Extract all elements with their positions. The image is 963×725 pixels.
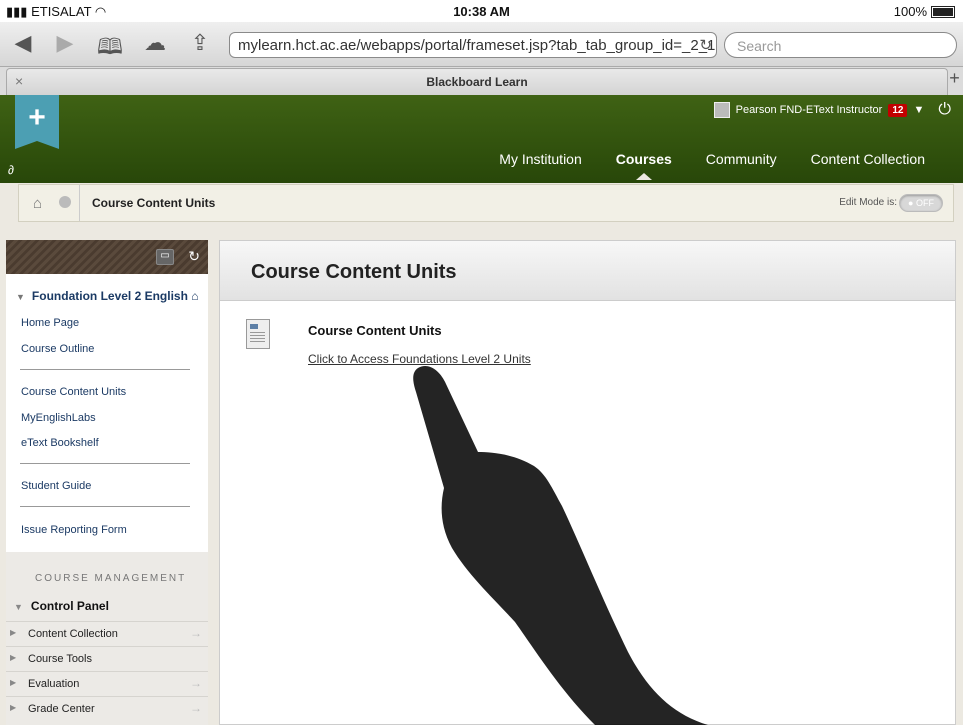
chevron-down-icon[interactable]: ▼ [913,104,924,116]
access-units-link[interactable]: Click to Access Foundations Level 2 Unit… [308,352,531,366]
home-icon[interactable]: ⌂ [33,195,42,212]
logout-icon[interactable]: ⏻ [938,101,951,119]
cp-item-evaluation[interactable]: ▶ Evaluation → [6,671,208,696]
tab-community[interactable]: Community [706,151,777,167]
search-input[interactable]: Search [724,32,957,58]
link-icon[interactable]: ∂ [8,163,14,177]
breadcrumb-divider [79,185,80,221]
tab-blackboard[interactable]: × Blackboard Learn [6,68,948,95]
forward-icon[interactable]: ▶ [50,30,80,56]
arrow-right-icon: → [190,626,202,640]
cloud-tabs-icon[interactable]: ☁ [140,30,170,56]
cp-item-grade-center[interactable]: ▶ Grade Center → [6,696,208,721]
reload-icon[interactable]: ↻ [699,33,712,57]
refresh-icon[interactable]: ↻ [188,248,200,265]
edit-mode-label: Edit Mode is: [839,197,897,208]
notification-badge[interactable]: 12 [888,103,908,117]
tab-bar: × Blackboard Learn + [0,67,963,96]
sidebar-item-course-outline[interactable]: Course Outline [21,343,94,355]
divider [20,463,190,464]
breadcrumb-current: Course Content Units [92,196,216,210]
clock: 10:38 AM [453,4,510,19]
sidebar-item-home-page[interactable]: Home Page [21,317,79,329]
search-placeholder: Search [737,38,782,54]
expand-icon: ▶ [10,678,17,687]
user-name[interactable]: Pearson FND-EText Instructor [736,104,883,116]
cp-item-course-tools[interactable]: ▶ Course Tools [6,646,208,671]
course-menu-header: ▭ ↻ [6,240,208,274]
avatar [713,102,730,118]
new-tab-button[interactable]: + [946,68,963,94]
course-title[interactable]: ▼ Foundation Level 2 English ⌂ [16,289,199,303]
control-panel-heading[interactable]: ▼ Control Panel [14,599,109,613]
content-item-title[interactable]: Course Content Units [308,323,442,338]
back-icon[interactable]: ◀ [8,30,38,56]
sidebar-item-course-content-units[interactable]: Course Content Units [21,386,126,398]
status-bar: ▮▮▮ ETISALAT ◠ 10:38 AM 100% [0,0,963,22]
sidebar-item-issue-reporting-form[interactable]: Issue Reporting Form [21,524,127,536]
course-menu: ▭ ↻ ▼ Foundation Level 2 English ⌂ Home P… [6,240,208,725]
edit-mode-toggle[interactable]: ● OFF [899,194,943,212]
add-logo-icon[interactable]: + [15,95,59,149]
sidebar-item-etext-bookshelf[interactable]: eText Bookshelf [21,437,99,449]
divider [20,506,190,507]
tab-title: Blackboard Learn [426,75,528,89]
arrow-right-icon: → [190,676,202,690]
browser-toolbar: ◀ ▶ 🕮 ☁ ⇪ mylearn.hct.ac.ae/webapps/port… [0,22,963,67]
home-icon: ⌂ [191,289,199,303]
document-icon [246,319,270,349]
user-menu[interactable]: Pearson FND-EText Instructor 12 ▼ ⏻ [713,101,951,119]
expand-icon: ▶ [10,628,17,637]
tab-content-collection[interactable]: Content Collection [811,151,925,167]
top-nav: My Institution Courses Community Content… [499,151,925,180]
battery-icon [931,5,955,18]
sidebar-item-myenglishlabs[interactable]: MyEnglishLabs [21,412,96,424]
breadcrumb: ⌂ Course Content Units Edit Mode is: ● O… [18,184,954,222]
cp-item-content-collection[interactable]: ▶ Content Collection → [6,621,208,646]
display-icon[interactable]: ▭ [156,249,174,265]
expand-icon: ▶ [10,703,17,712]
tab-courses[interactable]: Courses [616,151,672,180]
arrow-right-icon: → [190,701,202,715]
course-management-heading: COURSE MANAGEMENT [35,573,187,584]
page-title: Course Content Units [251,261,457,283]
blackboard-header: + ∂ Pearson FND-EText Instructor 12 ▼ ⏻ … [0,95,963,183]
divider [20,369,190,370]
url-bar[interactable]: mylearn.hct.ac.ae/webapps/portal/framese… [229,32,717,58]
collapse-icon[interactable]: ▼ [16,292,25,302]
breadcrumb-menu-icon[interactable] [59,196,71,208]
tab-my-institution[interactable]: My Institution [499,151,581,167]
battery-indicator: 100% [894,4,955,19]
course-management: COURSE MANAGEMENT ▼ Control Panel ▶ Conten… [6,552,208,725]
url-text: mylearn.hct.ac.ae/webapps/portal/framese… [238,37,716,54]
page-header: Course Content Units [220,241,955,301]
expand-icon: ▶ [10,653,17,662]
sidebar-item-student-guide[interactable]: Student Guide [21,480,91,492]
bookmarks-icon[interactable]: 🕮 [95,30,125,68]
share-icon[interactable]: ⇪ [185,30,215,56]
content-area: Course Content Units Course Content Unit… [219,240,956,725]
